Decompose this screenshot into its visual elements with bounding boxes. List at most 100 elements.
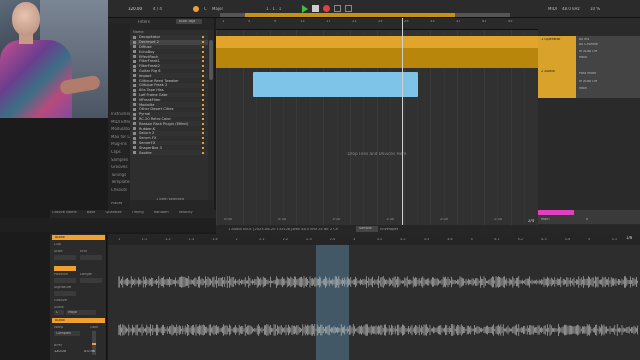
favorite-dot-icon[interactable]: [202, 60, 204, 63]
overview-bar[interactable]: [220, 13, 510, 17]
browser-list-item[interactable]: Guitar Rig 6: [130, 69, 208, 74]
sidebar-item[interactable]: Templates: [108, 180, 130, 188]
zoom-display[interactable]: 2/4: [528, 219, 534, 223]
browser-scroll-thumb[interactable]: [209, 40, 213, 80]
browser-list-item[interactable]: Reason Rack Plugin (Effect): [130, 121, 208, 127]
stop-icon[interactable]: [312, 5, 319, 12]
browser-list-item[interactable]: Decapitator: [130, 35, 208, 40]
warp-label[interactable]: Warp: [54, 326, 63, 330]
favorite-dot-icon[interactable]: [202, 36, 204, 39]
browser-search-input[interactable]: Filters: [138, 20, 150, 24]
sidebar-item[interactable]: MIDI Effects: [108, 120, 130, 128]
favorite-dot-icon[interactable]: [202, 50, 204, 53]
favorite-dot-icon[interactable]: [202, 84, 204, 87]
favorite-dot-icon[interactable]: [202, 55, 204, 58]
sidebar-item[interactable]: Instruments: [108, 112, 130, 120]
browser-list-item[interactable]: Other Desert Cities: [130, 107, 208, 112]
favorite-dot-icon[interactable]: [202, 79, 204, 82]
browser-list-item[interactable]: Pyrnal: [130, 111, 208, 117]
browser-scrollbar[interactable]: [208, 30, 214, 200]
favorite-dot-icon[interactable]: [202, 117, 204, 120]
gain-value[interactable]: 0.0 dB: [84, 350, 95, 353]
browser-list-item[interactable]: EchoBoy: [130, 49, 208, 54]
favorite-dot-icon[interactable]: [202, 69, 204, 72]
browser-list-item[interactable]: Rubber-K: [130, 126, 208, 131]
sample-editor[interactable]: [108, 234, 640, 360]
play-icon[interactable]: [302, 5, 308, 13]
groove-column-header[interactable]: Groove Name: [52, 211, 77, 216]
gain-slider-handle[interactable]: [92, 343, 96, 345]
bpm-value[interactable]: 120.00: [54, 350, 66, 353]
sample-ruler[interactable]: 1 1.1 1.2 1.3 1.4 2 2.1 2.2 2.3 2.4 3 3.1 3.2 3.3 3.4 4…: [108, 234, 640, 245]
main-track-header[interactable]: Main 0: [538, 210, 640, 224]
arrangement-ruler[interactable]: 1 5 9 13 17 21 25 29 33 37 41 45: [216, 18, 538, 30]
track-1-header[interactable]: 1 Operator All Ins All Channel In Auto O…: [538, 36, 640, 68]
favorite-dot-icon[interactable]: [202, 74, 204, 77]
position-field[interactable]: [54, 278, 76, 283]
key-display[interactable]: C: [204, 7, 207, 11]
sidebar-item[interactable]: Chkouts: [108, 188, 130, 196]
favorite-dot-icon[interactable]: [202, 45, 204, 48]
browser-list-item[interactable]: ShaperBox 3: [130, 145, 208, 150]
groove-column-header[interactable]: Velocity: [179, 211, 193, 216]
sidebar-item[interactable]: Modulators: [108, 127, 130, 135]
favorite-dot-icon[interactable]: [202, 65, 204, 68]
sidebar-item[interactable]: Tunings: [108, 173, 130, 181]
browser-list-item[interactable]: ServerFX: [130, 140, 208, 146]
track-1-lane[interactable]: [216, 36, 538, 68]
favorite-dot-icon[interactable]: [202, 113, 204, 116]
key-select[interactable]: C: [54, 310, 64, 315]
scale-display[interactable]: Major: [212, 7, 223, 11]
end-field[interactable]: [80, 255, 102, 260]
browser-list-item[interactable]: Serum FX: [130, 136, 208, 141]
groove-column-header[interactable]: Quantize: [105, 211, 121, 216]
favorite-dot-icon[interactable]: [202, 93, 204, 96]
sidebar-item[interactable]: Samples: [108, 158, 130, 166]
scale-select[interactable]: Major: [66, 310, 96, 315]
sample-tab[interactable]: Sample: [356, 226, 378, 232]
loop-button[interactable]: [54, 266, 76, 271]
sidebar-item[interactable]: Plug-Ins: [108, 142, 130, 150]
browser-list-item[interactable]: Modalite: [130, 102, 208, 107]
sidebar-item[interactable]: Max for Live: [108, 135, 130, 143]
browser-list-item[interactable]: Lofi Frame Gate: [130, 92, 208, 98]
length-field[interactable]: [80, 278, 102, 283]
favorite-dot-icon[interactable]: [202, 127, 204, 130]
browser-list-item[interactable]: Glitique Reed Tweaker: [130, 78, 208, 83]
position-display[interactable]: 1 . 1 . 1: [266, 7, 281, 11]
warp-mode-select[interactable]: Complex: [54, 331, 80, 336]
envelopes-tab[interactable]: Envelopes: [380, 228, 398, 232]
track-2-monitor[interactable]: In Auto Off: [579, 80, 597, 83]
main-track-name[interactable]: Main: [541, 218, 550, 222]
browser-list-item[interactable]: Decimort 2: [130, 39, 208, 45]
main-track-value[interactable]: 0: [586, 218, 588, 222]
track-1-input[interactable]: All Ins: [579, 38, 589, 41]
sample-zoom[interactable]: 1/8: [626, 236, 632, 240]
groove-column-header[interactable]: Timing: [132, 211, 144, 216]
favorite-dot-icon[interactable]: [202, 41, 204, 44]
signature-field[interactable]: [54, 291, 76, 296]
favorite-dot-icon[interactable]: [202, 98, 204, 101]
track-1-channel[interactable]: All Channel: [579, 43, 598, 46]
auto-tags-button[interactable]: Auto Tags: [176, 19, 202, 24]
browser-list-item[interactable]: Impact: [130, 73, 208, 79]
groove-column-header[interactable]: Base: [87, 211, 96, 216]
browser-list-item[interactable]: Kits Tape Hiss: [130, 88, 208, 93]
favorite-dot-icon[interactable]: [202, 122, 204, 125]
favorite-dot-icon[interactable]: [202, 108, 204, 111]
start-field[interactable]: [54, 255, 76, 260]
favorite-dot-icon[interactable]: [202, 151, 204, 154]
loop-switch-icon[interactable]: [345, 5, 352, 12]
browser-list-item[interactable]: FilterFreak1: [130, 59, 208, 64]
loop-region[interactable]: [316, 245, 349, 360]
record-icon[interactable]: [323, 5, 330, 12]
clip-title-bar[interactable]: Audio: [52, 235, 105, 240]
browser-list-item[interactable]: MFreakFilter: [130, 97, 208, 102]
browser-list-item[interactable]: Diffuse: [130, 44, 208, 50]
favorite-dot-icon[interactable]: [202, 103, 204, 106]
audio-section-bar[interactable]: Audio: [52, 318, 105, 323]
browser-list-item[interactable]: FilterFreak2: [130, 63, 208, 69]
track-2-output[interactable]: Main: [579, 87, 587, 90]
track-2-name[interactable]: 2 Audio: [541, 70, 555, 74]
track-2-input[interactable]: Post Mixer: [579, 72, 596, 75]
